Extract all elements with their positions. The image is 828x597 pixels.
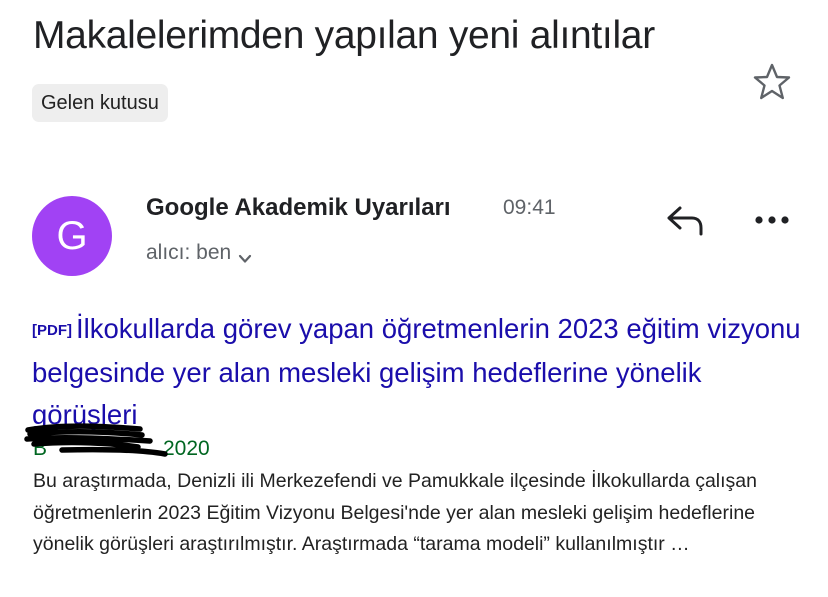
reply-button[interactable] <box>664 202 706 238</box>
result-snippet: Bu araştırmada, Denizli ili Merkezefendi… <box>33 470 757 555</box>
email-time: 09:41 <box>503 196 556 219</box>
star-outline-icon <box>753 63 791 100</box>
recipient-toggle[interactable]: alıcı: ben <box>146 241 253 265</box>
recipient-label: alıcı: ben <box>146 241 232 264</box>
result-title-link[interactable]: [PDF] İlkokullarda görev yapan öğretmenle… <box>32 308 812 436</box>
sender-avatar[interactable]: G <box>32 196 112 276</box>
pdf-tag: [PDF] <box>32 322 72 339</box>
redaction-scribble <box>24 423 168 457</box>
reply-arrow-icon <box>667 206 703 236</box>
sender-name[interactable]: Google Akademik Uyarıları <box>146 194 451 222</box>
avatar-letter: G <box>56 214 88 258</box>
more-horizontal-icon <box>755 216 789 224</box>
star-button[interactable] <box>751 62 793 102</box>
inbox-label-chip[interactable]: Gelen kutusu <box>32 84 168 122</box>
result-title-text: İlkokullarda görev yapan öğretmenlerin 2… <box>32 313 801 430</box>
chevron-down-icon <box>237 247 253 264</box>
email-subject: Makalelerimden yapılan yeni alıntılar <box>33 14 655 57</box>
more-options-button[interactable] <box>752 208 792 232</box>
